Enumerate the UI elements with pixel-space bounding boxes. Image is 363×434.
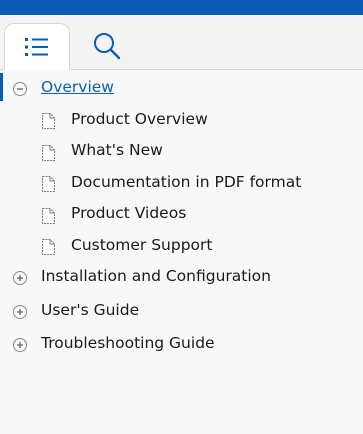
plus-icon — [17, 275, 23, 281]
document-icon — [42, 176, 55, 192]
minus-icon — [17, 88, 23, 90]
toc-item-product-overview[interactable]: Product Overview — [71, 110, 208, 128]
selection-indicator — [0, 73, 3, 101]
document-icon — [42, 208, 55, 224]
toc-item-product-videos[interactable]: Product Videos — [71, 204, 186, 222]
toc-item-users-guide[interactable]: User's Guide — [41, 301, 139, 319]
list-icon — [25, 38, 48, 56]
expand-toggle-installation[interactable] — [13, 271, 27, 285]
expand-toggle-users-guide[interactable] — [13, 305, 27, 319]
toc-item-troubleshooting[interactable]: Troubleshooting Guide — [41, 334, 215, 352]
tab-search[interactable] — [74, 23, 140, 69]
window-top-bar — [0, 0, 363, 15]
toc-item-overview[interactable]: Overview — [41, 78, 114, 96]
toc-item-whats-new[interactable]: What's New — [71, 141, 163, 159]
plus-icon — [17, 342, 23, 348]
plus-icon — [17, 309, 23, 315]
document-icon — [42, 113, 55, 129]
toc-item-customer-support[interactable]: Customer Support — [71, 236, 213, 254]
document-icon — [42, 145, 55, 161]
collapse-toggle-overview[interactable] — [13, 82, 27, 96]
toc-item-documentation-pdf[interactable]: Documentation in PDF format — [71, 173, 301, 191]
tab-contents[interactable] — [4, 23, 70, 70]
document-icon — [42, 239, 55, 255]
search-icon — [94, 33, 121, 60]
tab-strip — [0, 15, 363, 70]
expand-toggle-troubleshooting[interactable] — [13, 338, 27, 352]
toc-item-installation[interactable]: Installation and Configuration — [41, 267, 271, 285]
